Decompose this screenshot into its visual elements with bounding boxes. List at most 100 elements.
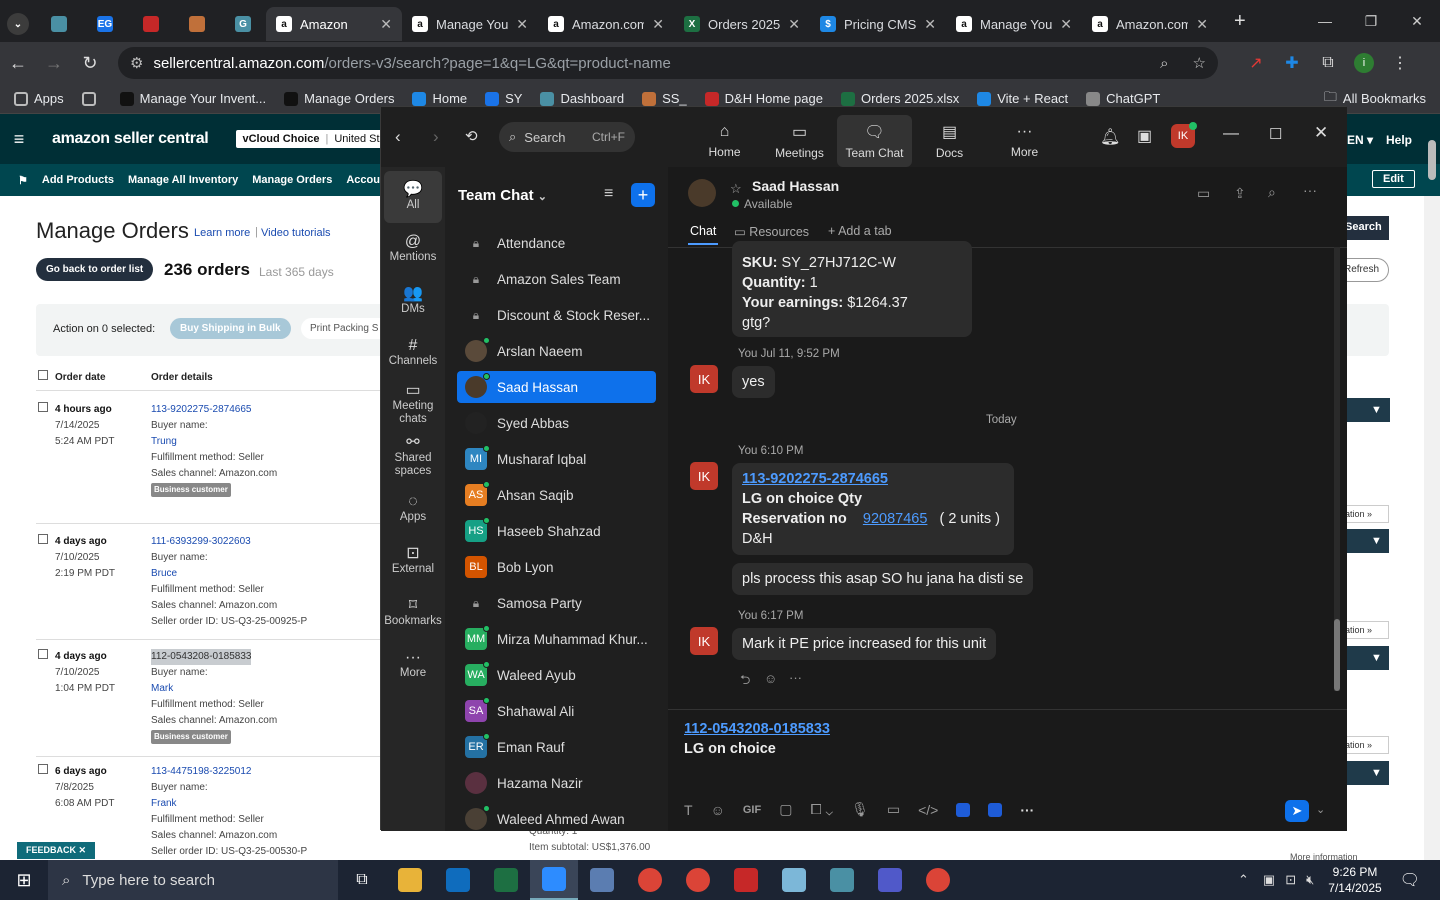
tab-close-icon[interactable]: ✕ [516,16,528,33]
message-bubble[interactable]: 113-9202275-2874665 LG on choice Qty Res… [732,463,1014,555]
window-close-icon[interactable]: ✕ [1394,13,1440,30]
reservation-link[interactable]: 92087465 [863,511,928,527]
chat-search-icon[interactable]: ⌕ [1268,184,1276,201]
taskbar-app-icon[interactable] [914,860,962,900]
chat-list-item[interactable]: Arslan Naeem [457,335,656,367]
order-checkbox[interactable] [38,534,48,544]
rail-channels[interactable]: # Channels [381,327,445,379]
rail-mentions[interactable]: @ Mentions [381,223,445,275]
bookmark-item[interactable]: SY [485,91,522,106]
notifications-icon[interactable]: 🗨︎ [1400,870,1420,890]
taskbar-app-icon[interactable] [722,860,770,900]
screenshot-icon[interactable]: ⧠ ⌄ [810,801,833,818]
browser-tab[interactable] [36,7,82,41]
browser-tab[interactable] [128,7,174,41]
order-checkbox[interactable] [38,402,48,412]
rail-apps[interactable]: ◌ Apps [381,483,445,535]
menu-kebab-icon[interactable]: ⋮ [1382,53,1418,73]
language-selector[interactable]: EN ▾ [1347,133,1373,147]
learn-more-link[interactable]: Learn more [194,227,250,239]
nav-meetings[interactable]: ▭ Meetings [762,115,837,167]
bookmark-flag-icon[interactable]: ⚑ [18,174,28,187]
tray-app-icon[interactable]: ▣ [1263,872,1275,888]
tab-close-icon[interactable]: ✕ [788,16,800,33]
message-more-icon[interactable]: ··· [789,670,802,685]
share-screen-icon[interactable]: ⇪ [1234,185,1246,202]
taskbar-app-icon[interactable] [434,860,482,900]
tab-close-icon[interactable]: ✕ [924,16,936,33]
taskbar-app-icon[interactable] [818,860,866,900]
bookmark-item[interactable] [81,91,102,106]
action-stub[interactable]: ation » [1345,505,1389,523]
taskbar-app-icon[interactable] [674,860,722,900]
rail-external[interactable]: ⊡ External [381,535,445,587]
new-tab-plus-icon[interactable]: + [1234,10,1246,33]
nav-more[interactable]: ··· More [987,115,1062,167]
taskbar-app-icon[interactable] [530,860,578,900]
extension-blue-icon[interactable]: ✚ [1274,53,1310,73]
browser-tab[interactable]: a Manage You ✕ [946,7,1082,41]
chat-list-title[interactable]: Team Chat ⌄ [458,187,547,204]
taskbar-app-icon[interactable] [482,860,530,900]
back-to-order-list-button[interactable]: Go back to order list [36,258,154,281]
subnav-item[interactable]: Add Products [42,174,114,186]
bookmark-item[interactable]: Dashboard [540,91,624,106]
chat-list-item[interactable]: ER Eman Rauf [457,731,656,763]
extensions-icon[interactable]: ⧉ [1310,54,1346,72]
tab-add[interactable]: + Add a tab [828,224,892,238]
task-view-icon[interactable]: ⧉ [338,860,386,900]
chat-list-item[interactable]: 🔒︎ Discount & Stock Reser... [457,299,656,331]
order-id-link[interactable]: 111-6393299-3022603 [151,534,307,550]
chat-list-item[interactable]: BL Bob Lyon [457,551,656,583]
tab-resources[interactable]: ▭ Resources [734,224,809,239]
gif-button[interactable]: GIF [743,804,761,816]
video-tutorials-link[interactable]: Video tutorials [261,227,331,239]
amazon-logo[interactable]: amazon seller central [52,130,209,148]
message-bubble[interactable]: SKU: SY_27HJ712C-W Quantity: 1 Your earn… [732,241,972,337]
bookmark-item[interactable]: Apps [14,91,64,106]
chat-list-item[interactable]: SA Shahawal Ali [457,695,656,727]
chevron-down-icon[interactable]: ▼ [1364,646,1389,670]
format-text-icon[interactable]: T [684,802,693,818]
rail-shared-spaces[interactable]: ⚯ Shared spaces [381,431,445,483]
volume-icon[interactable]: 🔇︎ [1306,872,1314,888]
action-stub[interactable]: ation » [1345,621,1389,639]
extension-red-icon[interactable]: ↗ [1238,53,1274,73]
close-icon[interactable]: ✕ [1314,123,1328,143]
rail-dms[interactable]: 👥 DMs [381,275,445,327]
order-id-link[interactable]: 113-9202275-2874665 [151,402,277,418]
forward-icon[interactable]: → [36,53,72,74]
search-button[interactable]: Search [1345,216,1389,240]
chat-more-icon[interactable]: ··· [1303,182,1317,198]
send-options-chevron-icon[interactable]: ⌄ [1316,803,1325,816]
rail-more[interactable]: ··· More [381,639,445,691]
chevron-down-icon[interactable]: ▼ [1364,529,1389,553]
browser-tab[interactable]: a Amazon ✕ [266,7,402,41]
edit-button[interactable]: Edit [1372,170,1415,188]
browser-tab[interactable]: ⌄ [0,7,36,41]
chat-list-item[interactable]: Waleed Ahmed Awan [457,803,656,835]
sender-avatar[interactable]: IK [690,627,718,655]
code-icon[interactable]: </> [918,802,938,818]
chat-list-item[interactable]: 🔒︎ Attendance [457,227,656,259]
tab-chat[interactable]: Chat [690,224,716,238]
emoji-reaction-icon[interactable]: ☺ [764,671,777,686]
action-stub[interactable]: ation » [1345,736,1389,754]
bookmark-item[interactable]: D&H Home page [704,91,823,106]
send-icon[interactable]: ➤ [1285,800,1309,822]
browser-tab[interactable]: a Amazon.com ✕ [538,7,674,41]
file-icon[interactable]: ▢ [779,801,792,818]
tab-close-icon[interactable]: ✕ [380,16,392,33]
chat-list-item[interactable]: AS Ahsan Saqib [457,479,656,511]
order-checkbox[interactable] [38,649,48,659]
app-blue2-icon[interactable] [988,802,1003,817]
history-icon[interactable]: ⟲ [465,127,478,145]
bookmark-item[interactable]: Vite + React [977,91,1068,106]
back-icon[interactable]: ← [0,53,36,74]
refresh-button[interactable]: Refresh [1341,258,1389,282]
browser-tab[interactable]: $ Pricing CMS ✕ [810,7,946,41]
browser-tab[interactable]: a Manage You ✕ [402,7,538,41]
taskbar-search-input[interactable]: ⌕ Type here to search [48,860,338,900]
contact-name[interactable]: Saad Hassan [752,178,839,194]
order-id-link[interactable]: 112-0543208-0185833 [151,649,252,665]
